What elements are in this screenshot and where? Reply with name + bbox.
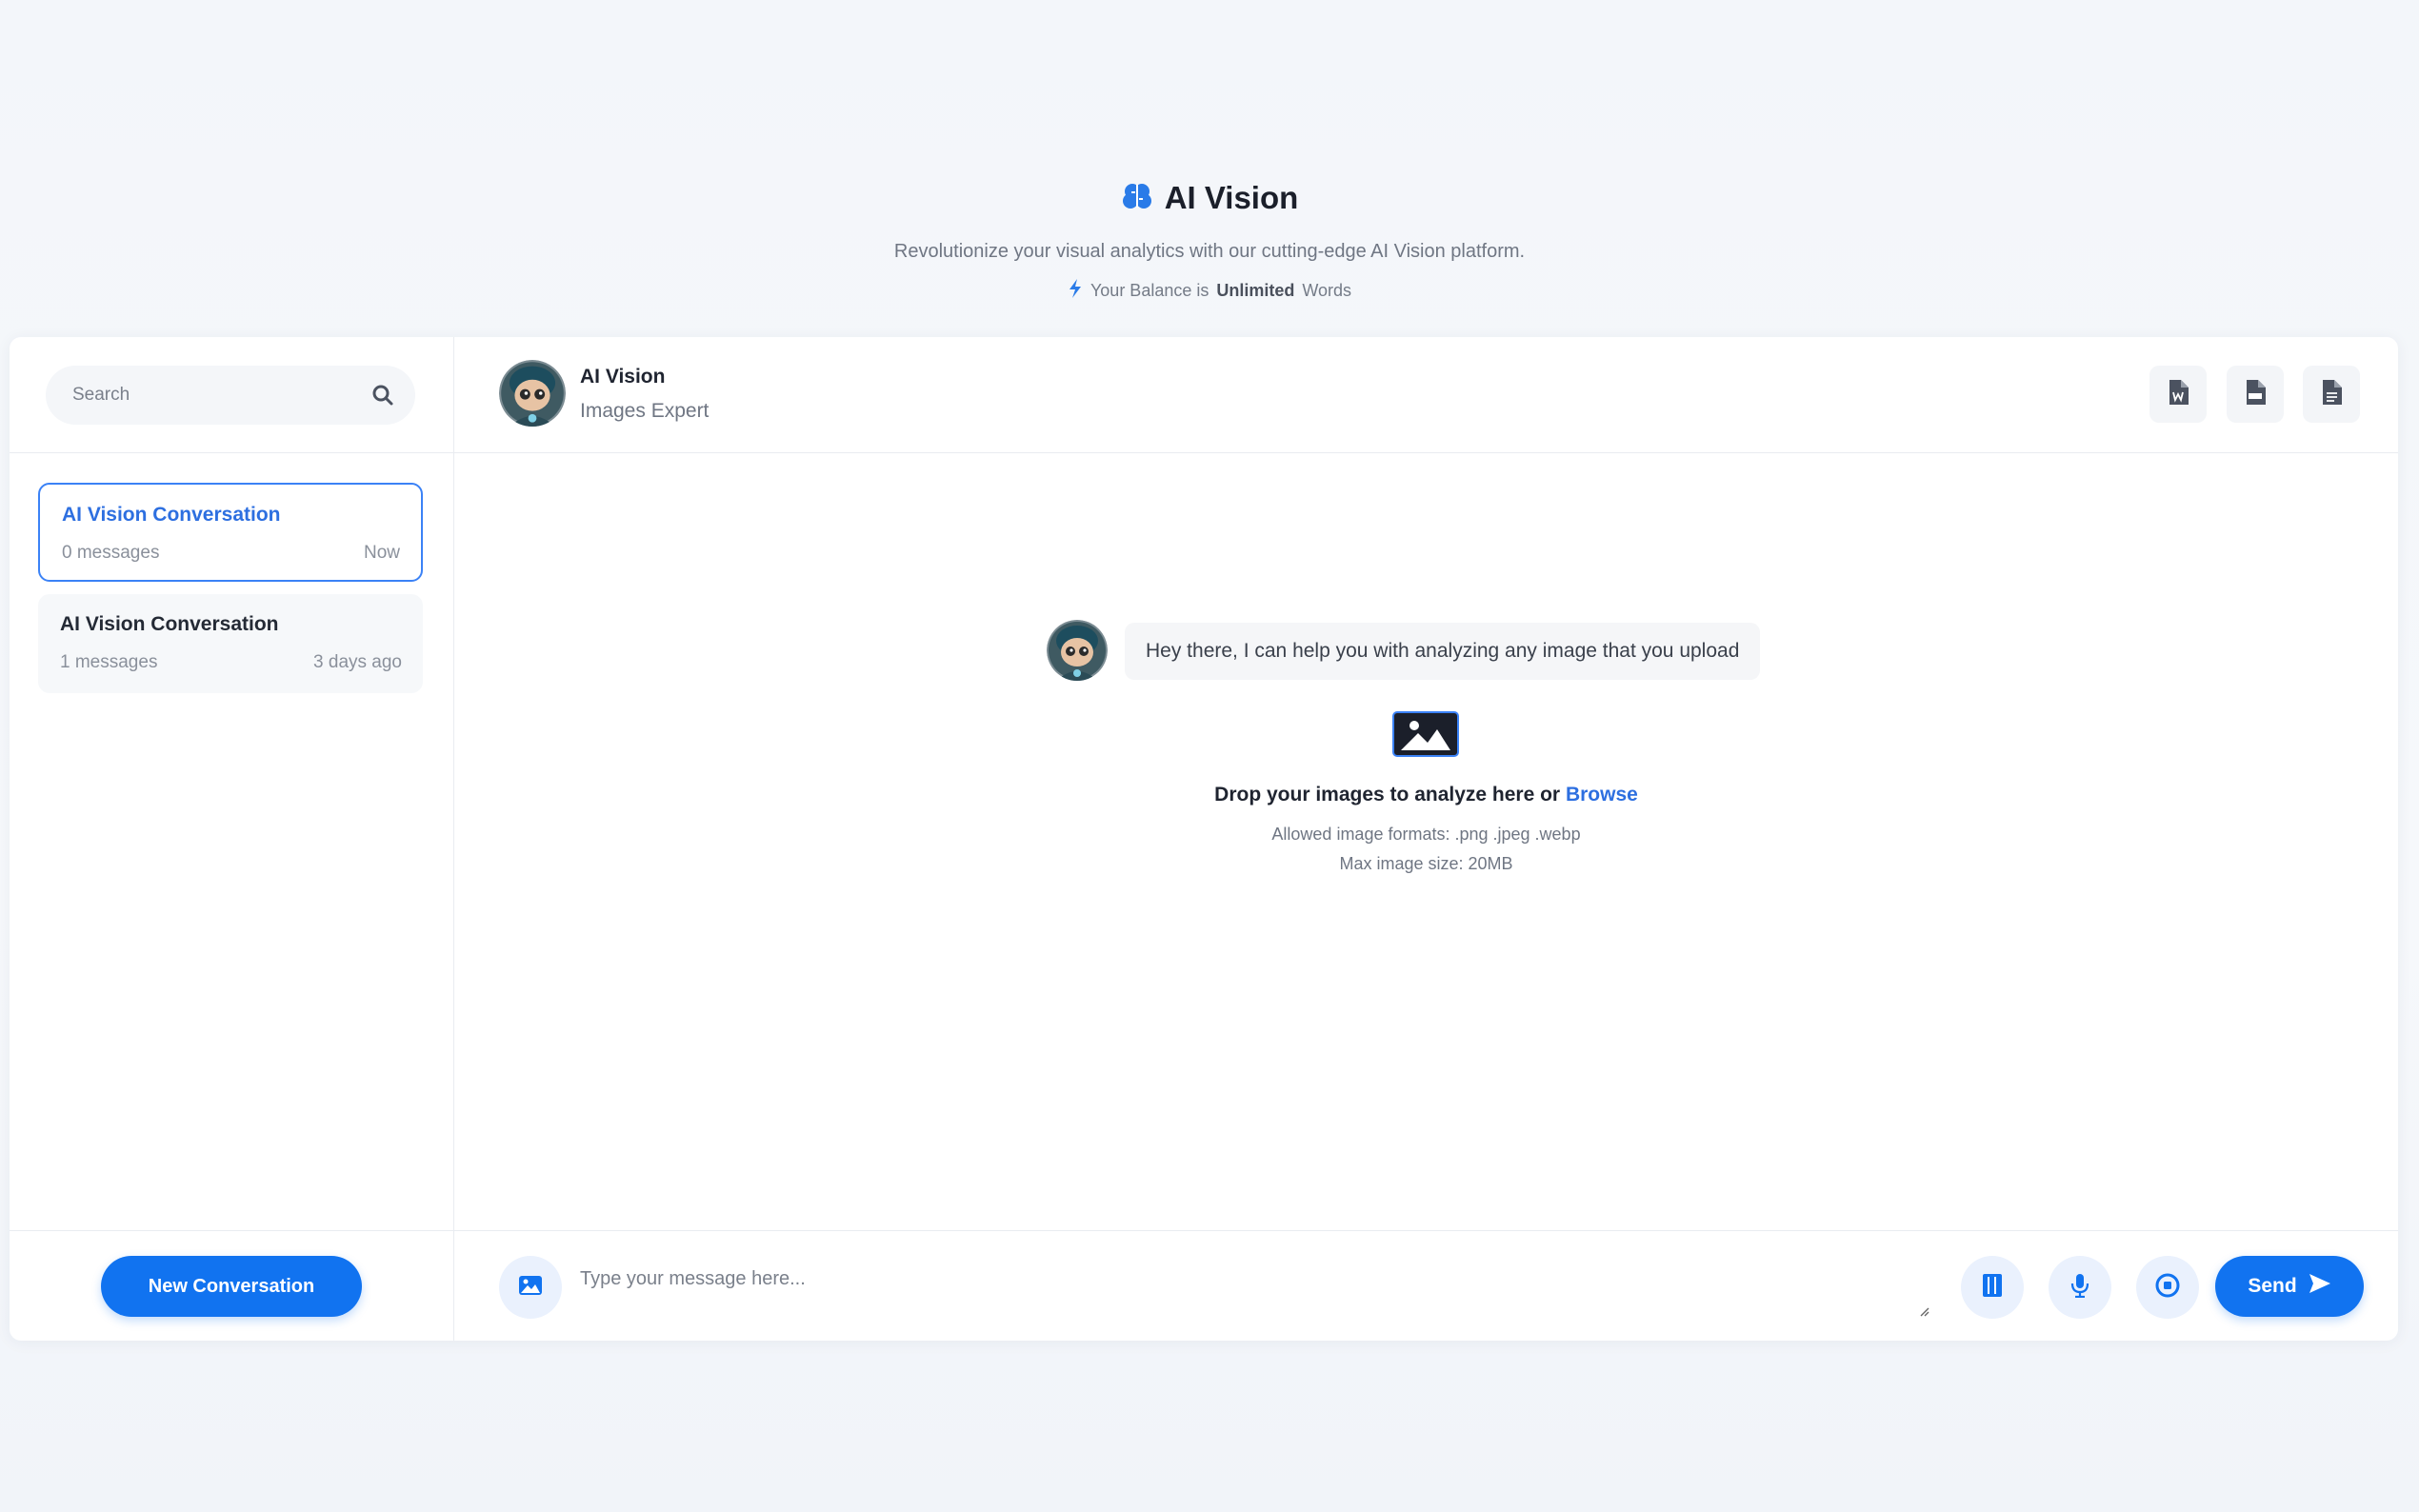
- conversation-title: AI Vision Conversation: [60, 613, 279, 635]
- page-title: AI Vision: [1164, 180, 1299, 215]
- chat-area: AI Vision Images Expert Hey there, I can…: [454, 337, 2398, 1341]
- export-word-button[interactable]: [2149, 366, 2207, 423]
- assistant-avatar: [499, 360, 566, 427]
- stop-button[interactable]: [2136, 1256, 2199, 1319]
- sidebar: AI Vision Conversation 0 messages Now AI…: [10, 337, 454, 1341]
- image-upload-icon[interactable]: [1391, 710, 1460, 763]
- chat-panel: AI Vision Conversation 0 messages Now AI…: [10, 337, 2398, 1341]
- conversation-message-count: 0 messages: [62, 543, 160, 563]
- balance-suffix: Words: [1302, 281, 1352, 300]
- max-image-size: Max image size: 20MB: [1339, 854, 1513, 873]
- microphone-icon: [2070, 1273, 2089, 1303]
- attach-image-button[interactable]: [499, 1256, 562, 1319]
- drop-zone-text: Drop your images to analyze here or Brow…: [454, 784, 2398, 806]
- assistant-message-avatar: [1047, 620, 1108, 681]
- balance-value: Unlimited: [1216, 281, 1295, 300]
- message-input[interactable]: [578, 1243, 1911, 1322]
- drop-zone-label: Drop your images to analyze here or: [1214, 784, 1561, 806]
- conversation-date: 3 days ago: [313, 652, 402, 672]
- export-txt-button[interactable]: [2303, 366, 2360, 423]
- browse-link[interactable]: Browse: [1566, 784, 1638, 806]
- send-label: Send: [2248, 1275, 2297, 1297]
- conversation-item-active[interactable]: AI Vision Conversation 0 messages Now: [38, 483, 423, 582]
- sidebar-footer-divider: [10, 1230, 453, 1231]
- assistant-name: AI Vision: [580, 366, 666, 388]
- resize-grip-icon[interactable]: [1918, 1304, 1929, 1322]
- stop-icon: [2155, 1273, 2180, 1303]
- voice-input-button[interactable]: [2049, 1256, 2111, 1319]
- export-pdf-button[interactable]: [2227, 366, 2284, 423]
- title-row: AI Vision: [0, 174, 2419, 222]
- book-icon: [1981, 1273, 2004, 1303]
- conversation-title: AI Vision Conversation: [62, 504, 281, 526]
- lightning-icon: [1068, 279, 1083, 303]
- composer-divider: [454, 1230, 2398, 1231]
- conversation-item[interactable]: AI Vision Conversation 1 messages 3 days…: [38, 594, 423, 693]
- balance-prefix: Your Balance is: [1090, 281, 1210, 300]
- brain-icon: [1121, 180, 1153, 217]
- new-conversation-button[interactable]: New Conversation: [101, 1256, 362, 1317]
- conversation-message-count: 1 messages: [60, 652, 158, 672]
- chat-header: AI Vision Images Expert: [454, 337, 2398, 453]
- send-button[interactable]: Send: [2215, 1256, 2364, 1317]
- page-subtitle: Revolutionize your visual analytics with…: [893, 241, 1526, 262]
- word-export-icon: [2168, 379, 2189, 409]
- sidebar-divider: [10, 452, 453, 453]
- page-header: AI Vision Revolutionize your visual anal…: [0, 174, 2419, 303]
- image-icon: [518, 1275, 543, 1301]
- assistant-message-bubble: Hey there, I can help you with analyzing…: [1125, 623, 1761, 680]
- search-icon[interactable]: [371, 384, 394, 411]
- txt-export-icon: [2321, 379, 2342, 409]
- assistant-role: Images Expert: [580, 400, 710, 422]
- pdf-export-icon: [2245, 379, 2266, 409]
- search-box: [46, 366, 415, 425]
- balance-info: Your Balance is Unlimited Words: [0, 279, 2419, 303]
- conversation-date: Now: [363, 543, 400, 563]
- prompt-library-button[interactable]: [1961, 1256, 2024, 1319]
- search-input[interactable]: [70, 384, 360, 407]
- allowed-formats: Allowed image formats: .png .jpeg .webp: [1271, 825, 1581, 844]
- send-icon: [2309, 1273, 2331, 1300]
